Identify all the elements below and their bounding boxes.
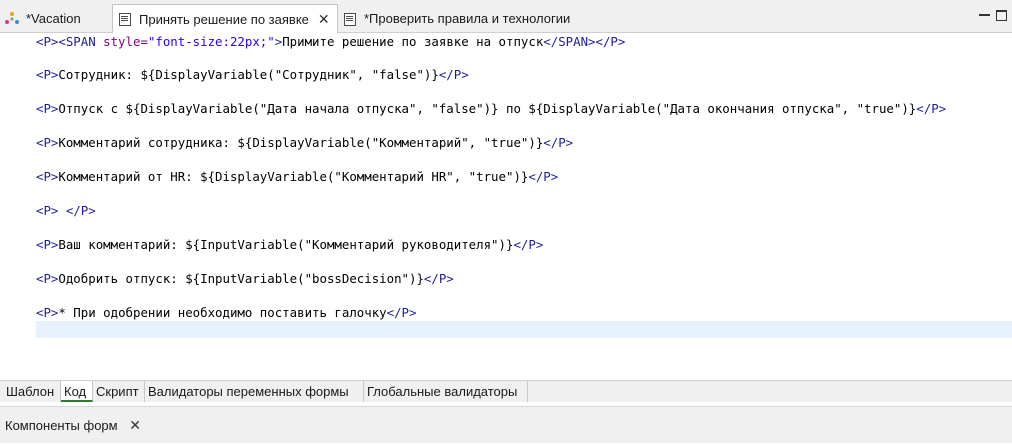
code-token: style= (103, 34, 148, 49)
code-token: Ваш комментарий: ${InputVariable("Коммен… (58, 237, 514, 252)
code-token: </P> (65, 203, 96, 218)
tab-variable-validators[interactable]: Валидаторы переменных формы (145, 381, 364, 402)
tab-form-components[interactable]: Компоненты форм ✕ (0, 407, 141, 443)
code-line[interactable]: <P>Комментарий от HR: ${DisplayVariable(… (36, 168, 558, 185)
code-token: </P> (438, 67, 469, 82)
editor-tab-bar: *Vacation Принять решение по заявке ✕ *П… (0, 0, 1012, 33)
code-line[interactable]: <P>Ваш комментарий: ${InputVariable("Ком… (36, 236, 543, 253)
code-token: Одобрить отпуск: ${InputVariable("bossDe… (58, 271, 424, 286)
tab-vacation[interactable]: *Vacation (4, 4, 112, 33)
code-token: * При одобрении необходимо поставить гал… (58, 305, 387, 320)
code-token: <P> (36, 237, 59, 252)
close-icon[interactable]: ✕ (318, 11, 330, 28)
code-token: </P> (386, 305, 417, 320)
code-line[interactable]: <P>Одобрить отпуск: ${InputVariable("bos… (36, 270, 454, 287)
code-token: <P> (36, 305, 59, 320)
code-line[interactable]: <P> </P> (36, 202, 96, 219)
editor-gutter (0, 33, 36, 380)
code-line[interactable]: <P>* При одобрении необходимо поставить … (36, 304, 416, 321)
document-icon (342, 11, 358, 27)
tab-global-validators[interactable]: Глобальные валидаторы (364, 381, 528, 402)
tab-label: *Vacation (26, 11, 81, 26)
code-line[interactable]: <P>Сотрудник: ${DisplayVariable("Сотрудн… (36, 66, 469, 83)
process-icon (4, 11, 20, 27)
code-token: "font-size:22px;" (147, 34, 275, 49)
tab-label: Принять решение по заявке (139, 11, 309, 27)
code-line[interactable]: <P>Отпуск с ${DisplayVariable("Дата нача… (36, 100, 946, 117)
tab-check-rules[interactable]: *Проверить правила и технологии (340, 4, 600, 33)
code-token: </P> (916, 101, 947, 116)
code-line[interactable]: <P><SPAN style="font-size:22px;">Примите… (36, 33, 625, 50)
form-editor-tabs: Шаблон Код Скрипт Валидаторы переменных … (0, 380, 1012, 402)
current-line-highlight (36, 321, 1012, 338)
view-tab-label: Компоненты форм (5, 418, 118, 433)
code-token: Отпуск с ${DisplayVariable("Дата начала … (58, 101, 917, 116)
code-token: </P> (513, 237, 544, 252)
code-token: <P><SPAN (36, 34, 104, 49)
code-token: Примите решение по заявке на отпуск (282, 34, 544, 49)
code-token: Комментарий сотрудника: ${DisplayVariabl… (58, 135, 544, 150)
code-token: </P> (528, 169, 559, 184)
document-icon (117, 11, 133, 27)
maximize-icon[interactable] (995, 9, 1009, 21)
close-icon[interactable]: ✕ (129, 417, 141, 433)
code-token: Сотрудник: ${DisplayVariable("Сотрудник"… (58, 67, 439, 82)
tab-template[interactable]: Шаблон (3, 381, 61, 402)
code-token: <P> (36, 135, 59, 150)
code-token: </P> (543, 135, 574, 150)
code-token: <P> (36, 271, 59, 286)
minimize-icon[interactable] (978, 9, 992, 21)
code-token: <P> (36, 203, 59, 218)
code-token: </SPAN></P> (543, 34, 626, 49)
code-token: Комментарий от HR: ${DisplayVariable("Ко… (58, 169, 529, 184)
tab-label: *Проверить правила и технологии (364, 11, 571, 26)
code-token: <P> (36, 67, 59, 82)
code-line[interactable]: <P>Комментарий сотрудника: ${DisplayVari… (36, 134, 573, 151)
tab-accept-decision[interactable]: Принять решение по заявке ✕ (112, 4, 338, 33)
code-editor[interactable]: <P><SPAN style="font-size:22px;">Примите… (0, 33, 1012, 380)
code-token: <P> (36, 169, 59, 184)
code-token: <P> (36, 101, 59, 116)
tab-script[interactable]: Скрипт (93, 381, 145, 402)
tab-code[interactable]: Код (61, 381, 93, 402)
code-token: </P> (423, 271, 454, 286)
view-bar: Компоненты форм ✕ (0, 406, 1012, 443)
